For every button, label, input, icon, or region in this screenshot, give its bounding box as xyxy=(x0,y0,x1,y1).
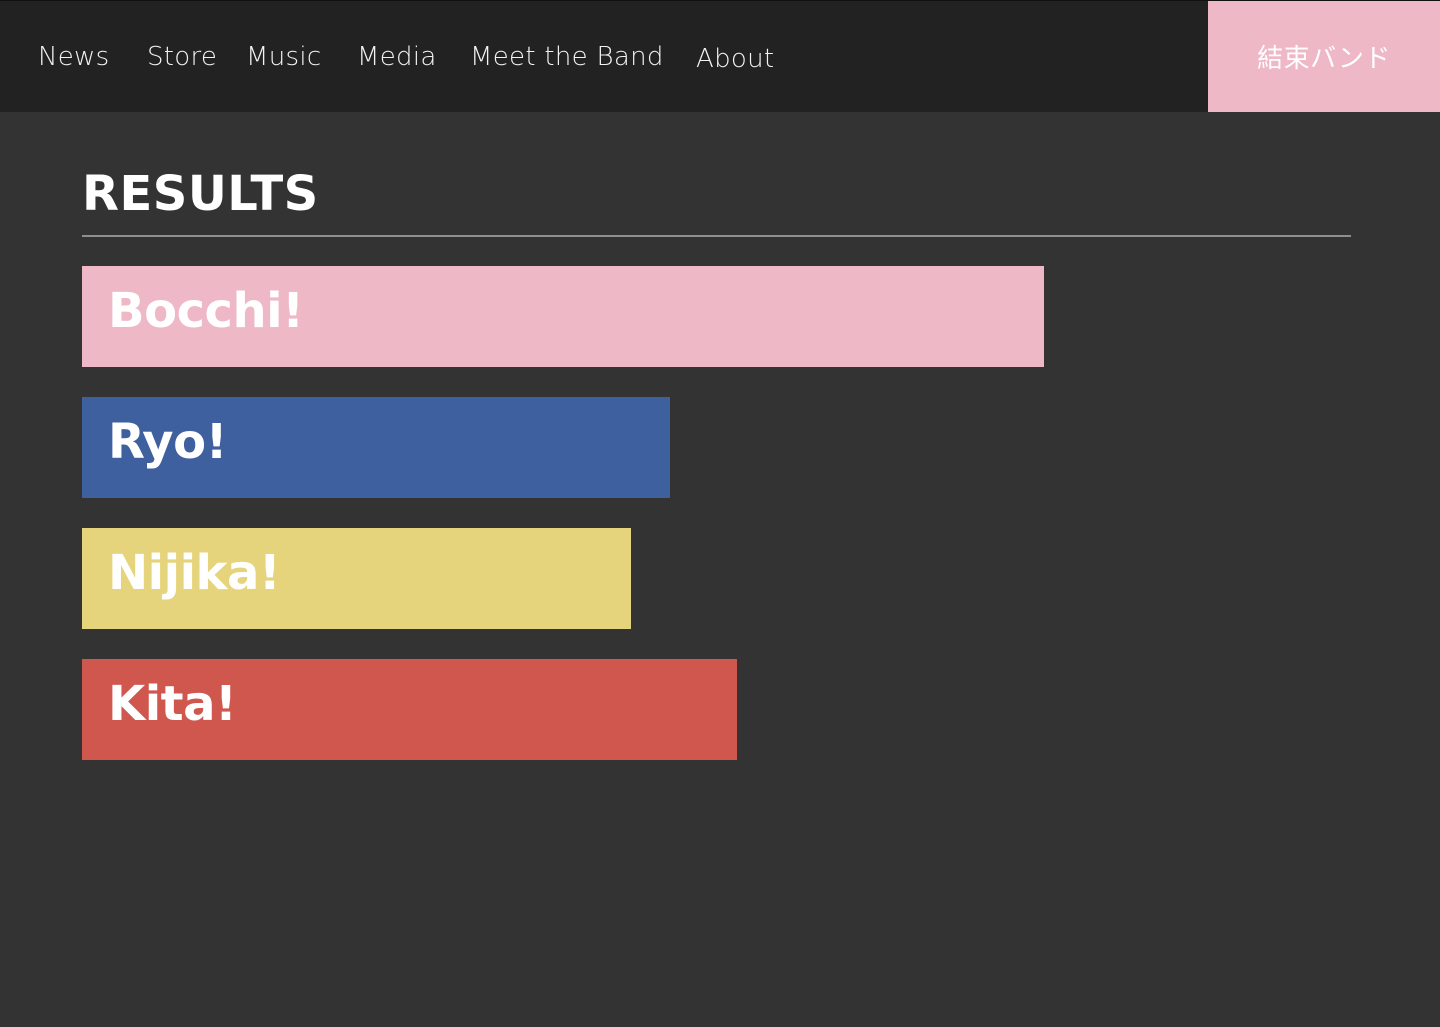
result-bar-label: Bocchi! xyxy=(108,283,304,339)
result-bar-label: Ryo! xyxy=(108,414,227,470)
brand-logo-link[interactable]: 結束バンド xyxy=(1208,1,1440,112)
nav-link-music[interactable]: Music xyxy=(246,39,321,75)
results-bars: Bocchi! Ryo! Nijika! Kita! xyxy=(82,266,1351,766)
result-bar-kita: Kita! xyxy=(82,659,737,760)
nav-link-store[interactable]: Store xyxy=(147,39,217,75)
results-divider xyxy=(82,235,1351,237)
nav-link-about[interactable]: About xyxy=(696,41,774,77)
nav-link-news[interactable]: News xyxy=(38,39,109,75)
nav-link-media[interactable]: Media xyxy=(357,39,437,75)
nav-link-meet-the-band[interactable]: Meet the Band xyxy=(470,39,664,75)
result-bar-ryo: Ryo! xyxy=(82,397,670,498)
results-title: RESULTS xyxy=(82,166,319,222)
result-bar-bocchi: Bocchi! xyxy=(82,266,1044,367)
result-bar-label: Kita! xyxy=(108,676,237,732)
result-bar-nijika: Nijika! xyxy=(82,528,631,629)
result-bar-label: Nijika! xyxy=(108,545,281,601)
top-navigation-bar: News Store Music Media Meet the Band Abo… xyxy=(0,0,1440,112)
